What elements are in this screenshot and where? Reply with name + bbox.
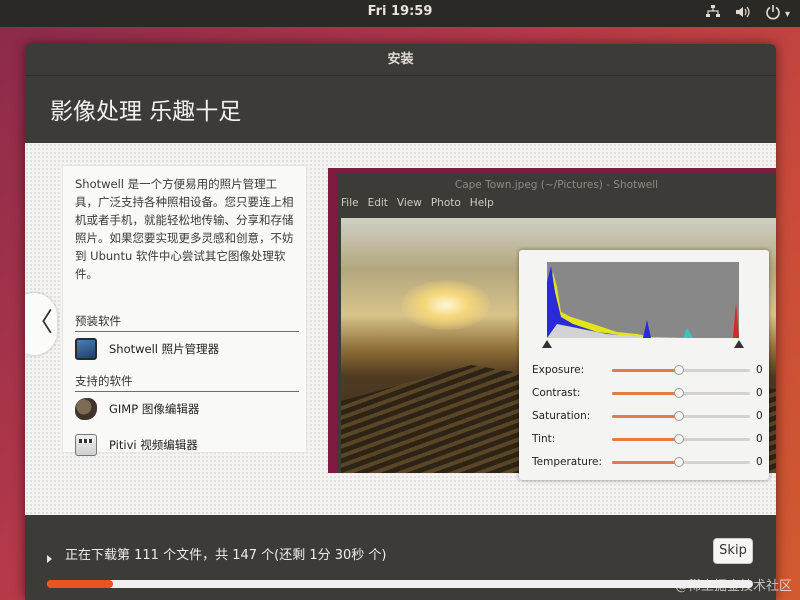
app-item-shotwell: Shotwell 照片管理器	[75, 338, 219, 360]
download-status: 正在下载第 111 个文件，共 147 个(还剩 1分 30秒 个)	[65, 548, 387, 563]
histogram	[547, 262, 739, 338]
slideshow-area: 〈 〉 Shotwell 是一个方便易用的照片管理工具，广泛支持各种照相设备。您…	[25, 143, 776, 515]
adjust-saturation: Saturation: 0	[532, 410, 763, 422]
power-icon[interactable]	[765, 4, 781, 25]
slider	[612, 387, 750, 398]
network-icon[interactable]	[705, 5, 721, 24]
gimp-icon	[75, 398, 97, 420]
slide-description: Shotwell 是一个方便易用的照片管理工具，广泛支持各种照相设备。您只要连上…	[75, 177, 294, 281]
supported-title: 支持的软件	[75, 374, 133, 388]
install-progress-bar	[47, 580, 753, 588]
adjust-temperature: Temperature: 0	[532, 456, 763, 468]
adjust-contrast: Contrast: 0	[532, 387, 763, 399]
pitivi-icon	[75, 434, 97, 456]
divider	[75, 331, 299, 332]
menu-edit: Edit	[367, 197, 388, 209]
shotwell-screenshot: Cape Town.jpeg (~/Pictures) - Shotwell F…	[328, 168, 776, 480]
top-panel: Fri 19:59 ▾	[0, 0, 800, 27]
expand-details-icon[interactable]	[47, 555, 52, 563]
slide-info-panel: Shotwell 是一个方便易用的照片管理工具，广泛支持各种照相设备。您只要连上…	[62, 165, 307, 456]
shotwell-icon	[75, 338, 97, 360]
app-label: GIMP 图像编辑器	[109, 402, 200, 416]
photo-sun	[401, 280, 491, 330]
white-point-handle	[734, 340, 744, 348]
slider	[612, 433, 750, 444]
slider	[612, 456, 750, 467]
adjust-dialog: Exposure: 0 Contrast: 0 Saturation: 0 Ti…	[519, 250, 769, 480]
app-item-pitivi: Pitivi 视频编辑器	[75, 434, 198, 456]
menu-help: Help	[469, 197, 494, 209]
skip-button[interactable]: Skip	[713, 538, 753, 564]
chevron-down-icon[interactable]: ▾	[785, 6, 790, 24]
shotwell-title: Cape Town.jpeg (~/Pictures) - Shotwell	[454, 179, 659, 191]
menu-photo: Photo	[430, 197, 461, 209]
menu-view: View	[396, 197, 422, 209]
adjust-tint: Tint: 0	[532, 433, 763, 445]
previous-slide-button[interactable]: 〈	[25, 293, 57, 355]
preinstalled-title: 预装软件	[75, 314, 121, 328]
volume-icon[interactable]	[735, 5, 751, 24]
app-label: Pitivi 视频编辑器	[109, 438, 198, 452]
slider	[612, 410, 750, 421]
progress-fill	[47, 580, 114, 588]
clock[interactable]: Fri 19:59	[0, 4, 800, 19]
window-title: 安装	[25, 44, 776, 76]
photo-cape-town: Exposure: 0 Contrast: 0 Saturation: 0 Ti…	[341, 218, 776, 480]
system-tray[interactable]: ▾	[705, 4, 790, 25]
shotwell-menubar: File Edit View Photo Help	[337, 194, 776, 210]
slider	[612, 364, 750, 375]
slide-heading: 影像处理 乐趣十足	[50, 99, 242, 125]
app-label: Shotwell 照片管理器	[109, 342, 220, 356]
divider	[75, 391, 299, 392]
shotwell-window: Cape Town.jpeg (~/Pictures) - Shotwell F…	[337, 174, 776, 480]
watermark: @稀土掘金技术社区	[674, 579, 792, 594]
black-point-handle	[542, 340, 552, 348]
menu-file: File	[341, 197, 359, 209]
installer-window: 安装 影像处理 乐趣十足 〈 〉 Shotwell 是一个方便易用的照片管理工具…	[25, 44, 776, 600]
adjust-exposure: Exposure: 0	[532, 364, 763, 376]
app-item-gimp: GIMP 图像编辑器	[75, 398, 199, 420]
